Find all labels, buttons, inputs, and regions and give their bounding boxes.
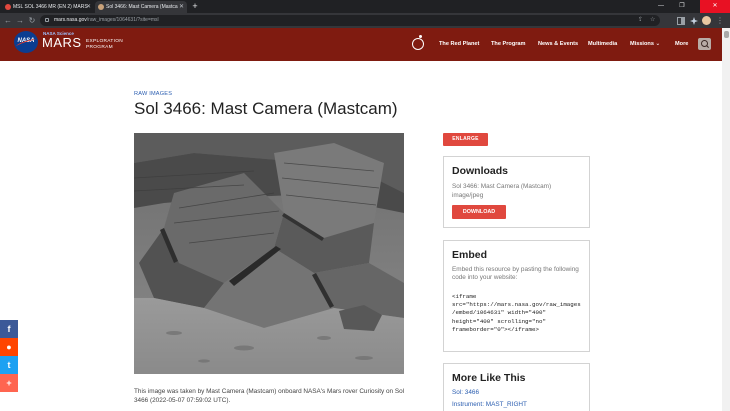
embed-description: Embed this resource by pasting the follo…	[452, 266, 579, 282]
forward-icon[interactable]: →	[15, 15, 25, 26]
new-tab-button[interactable]: +	[190, 0, 200, 13]
enlarge-button[interactable]: ENLARGE	[443, 133, 488, 146]
reload-icon[interactable]: ↻	[27, 15, 37, 26]
nav-news-events[interactable]: News & Events	[538, 41, 578, 47]
tab-favicon	[5, 4, 11, 10]
back-icon[interactable]: ←	[3, 15, 13, 26]
share-page-icon[interactable]: ⇪	[638, 15, 643, 26]
tab-msl-raw[interactable]: MSL SOL 3466 MR (EN 2) MARS ✕	[2, 1, 94, 13]
profile-avatar[interactable]	[702, 16, 711, 25]
address-bar[interactable]: mars.nasa.gov/raw_images/1064631/?site=m…	[40, 15, 660, 26]
embed-code-line: <iframe	[452, 293, 477, 300]
close-icon[interactable]: ✕	[86, 1, 91, 13]
facebook-icon: f	[7, 324, 11, 334]
program-line-2: PROGRAM	[86, 44, 113, 50]
more-link-sol[interactable]: Sol: 3466	[452, 389, 479, 397]
tab-title: Sol 3466: Mast Camera (Mastca	[106, 4, 178, 10]
nav-missions[interactable]: Missions ⌄	[630, 41, 660, 47]
embed-code-line: src="https://mars.nasa.gov/raw_images	[452, 301, 581, 309]
share-reddit-button[interactable]: ●	[0, 338, 18, 356]
tab-favicon	[98, 4, 104, 10]
more-like-this-card: More Like This Sol: 3466 Instrument: MAS…	[443, 363, 590, 411]
page-title: Sol 3466: Mast Camera (Mastcam)	[134, 99, 398, 118]
extensions-icon[interactable]	[676, 15, 686, 26]
tab-strip: MSL SOL 3466 MR (EN 2) MARS ✕ Sol 3466: …	[0, 0, 730, 13]
downloads-heading: Downloads	[452, 165, 509, 177]
site-header: NASA NASA Science MARS EXPLORATION PROGR…	[0, 28, 722, 61]
download-button[interactable]: DOWNLOAD	[452, 205, 506, 219]
nav-the-red-planet[interactable]: The Red Planet	[439, 41, 479, 47]
share-facebook-button[interactable]: f	[0, 320, 18, 338]
tab-title: MSL SOL 3466 MR (EN 2) MARS	[13, 4, 88, 10]
embed-code[interactable]: <iframe src="https://mars.nasa.gov/raw_im…	[452, 293, 584, 334]
nav-missions-label: Missions	[630, 41, 654, 47]
nav-multimedia[interactable]: Multimedia	[588, 41, 617, 47]
exploration-program-label: EXPLORATION PROGRAM	[86, 39, 123, 50]
nasa-logo[interactable]: NASA	[14, 31, 38, 53]
nav-the-program[interactable]: The Program	[491, 41, 526, 47]
scrollbar-thumb[interactable]	[724, 31, 729, 38]
bookmark-icon[interactable]: ☆	[650, 15, 655, 26]
close-icon[interactable]: ✕	[179, 1, 184, 13]
breadcrumb[interactable]: RAW IMAGES	[134, 91, 172, 97]
planet-icon[interactable]	[412, 35, 424, 50]
url-text: mars.nasa.gov/raw_images/1064631/?site=m…	[54, 15, 159, 26]
more-like-this-heading: More Like This	[452, 372, 526, 384]
search-button[interactable]	[698, 38, 711, 50]
url-domain: mars.nasa.gov	[54, 17, 87, 23]
reddit-icon: ●	[6, 342, 12, 352]
nav-more[interactable]: More	[675, 41, 688, 47]
maximize-button[interactable]: ❐	[672, 0, 692, 13]
close-window-button[interactable]: ✕	[700, 0, 730, 13]
page-scrollbar[interactable]	[722, 28, 730, 411]
image-caption: This image was taken by Mast Camera (Mas…	[134, 388, 405, 404]
mars-logo[interactable]: MARS	[42, 35, 82, 50]
embed-code-line: height="400" scrolling="no"	[452, 317, 546, 325]
browser-window: MSL SOL 3466 MR (EN 2) MARS ✕ Sol 3466: …	[0, 0, 730, 411]
reading-list-icon[interactable]	[689, 15, 699, 26]
lock-icon	[45, 18, 49, 22]
mastcam-raw-image[interactable]	[134, 133, 404, 374]
url-path: /raw_images/1064631/?site=msl	[86, 17, 159, 23]
rock-outcrop-photo	[134, 133, 404, 374]
twitter-icon: t	[7, 360, 11, 370]
embed-code-line: frameborder="0"></iframe>	[452, 325, 539, 333]
share-more-button[interactable]: +	[0, 374, 18, 392]
program-line-1: EXPLORATION	[86, 39, 124, 44]
tab-sol-3466[interactable]: Sol 3466: Mast Camera (Mastca ✕	[95, 1, 187, 13]
minimize-button[interactable]: —	[651, 0, 671, 13]
chevron-down-icon: ⌄	[655, 41, 661, 47]
downloads-card: Downloads Sol 3466: Mast Camera (Mastcam…	[443, 156, 590, 228]
kebab-menu-icon[interactable]: ⋮	[716, 15, 724, 26]
download-file-name: Sol 3466: Mast Camera (Mastcam)	[452, 183, 552, 190]
download-file-type: image/jpeg	[452, 192, 484, 199]
more-link-instrument[interactable]: Instrument: MAST_RIGHT	[452, 401, 527, 409]
plus-icon: +	[6, 378, 12, 388]
browser-toolbar: ← → ↻ mars.nasa.gov/raw_images/1064631/?…	[0, 13, 730, 28]
embed-code-line: /embed/1064631" width="400"	[452, 309, 546, 317]
embed-heading: Embed	[452, 249, 488, 261]
embed-card: Embed Embed this resource by pasting the…	[443, 240, 590, 352]
share-twitter-button[interactable]: t	[0, 356, 18, 374]
